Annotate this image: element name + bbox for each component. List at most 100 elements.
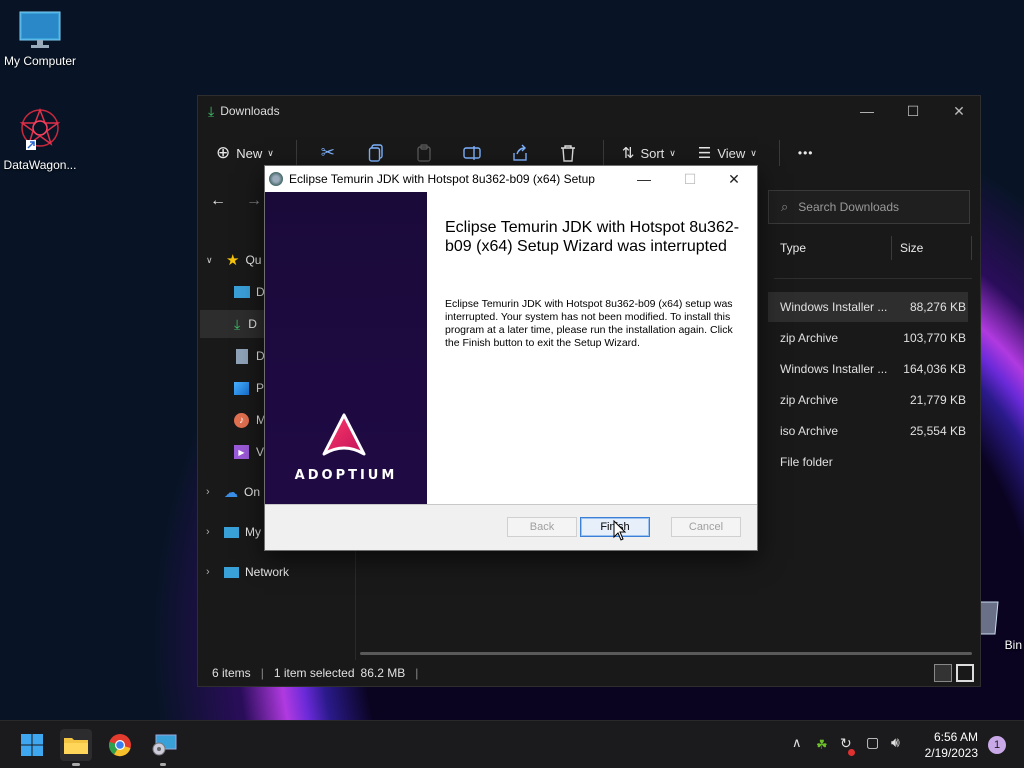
toolbar-separator <box>295 140 297 166</box>
monitor-icon <box>19 11 61 48</box>
dialog-minimize-button[interactable]: — <box>621 166 667 192</box>
item-count: 6 items <box>212 666 251 680</box>
adoptium-logo-icon <box>322 413 366 456</box>
rename-icon[interactable] <box>459 140 485 166</box>
installer-icon <box>269 172 283 186</box>
dialog-title: Eclipse Temurin JDK with Hotspot 8u362-b… <box>289 172 595 186</box>
cancel-button[interactable]: Cancel <box>671 517 741 537</box>
column-header-label: Type <box>780 241 807 255</box>
clock[interactable]: 6:56 AM 2/19/2023 <box>925 729 978 761</box>
dialog-heading: Eclipse Temurin JDK with Hotspot 8u362-b… <box>445 219 740 255</box>
download-arrow-icon: ⤓ <box>208 102 215 119</box>
row-size: 21,779 KB <box>909 393 966 407</box>
back-button[interactable]: Back <box>507 517 577 537</box>
row-type: iso Archive <box>780 424 839 438</box>
sidebar-item-label: On <box>244 485 261 499</box>
shield-icon[interactable]: ☘ <box>816 737 828 753</box>
desktop-icon-datawagon[interactable]: DataWagon... <box>0 106 80 172</box>
view-label: View <box>717 145 746 161</box>
table-row[interactable]: zip Archive 21,779 KB <box>768 385 968 415</box>
sidebar-item-documents[interactable]: D <box>234 342 265 370</box>
sidebar-item-videos[interactable]: ▶ Vi <box>234 438 266 466</box>
chevron-right-icon: › <box>206 566 210 578</box>
taskbar-installer[interactable] <box>148 729 180 761</box>
sidebar-item-music[interactable]: ♪ M <box>234 406 266 434</box>
tiles-view-icon[interactable] <box>956 664 974 682</box>
sidebar-item-label: Qu <box>245 253 262 267</box>
new-button[interactable]: ⊕ New ∨ <box>216 143 274 163</box>
sidebar-item-label: D <box>248 317 257 331</box>
column-header-size[interactable]: Size <box>894 236 972 260</box>
sidebar-item-my-computer[interactable]: › My <box>198 518 261 546</box>
column-header-type[interactable]: Type <box>774 236 892 260</box>
horizontal-scrollbar[interactable] <box>360 652 972 655</box>
network-icon[interactable]: ▢ <box>866 734 879 751</box>
details-view-icon[interactable] <box>934 664 952 682</box>
clock-date: 2/19/2023 <box>924 746 978 760</box>
desktop-icon-label: My Computer <box>3 54 77 68</box>
error-badge-icon <box>848 749 855 756</box>
back-arrow-icon[interactable]: ← <box>210 192 226 210</box>
share-icon[interactable] <box>507 140 533 166</box>
view-button[interactable]: ☰ View ∨ <box>698 144 757 162</box>
chevron-down-icon: ∨ <box>669 147 676 158</box>
dialog-banner: ADOPTIUM <box>265 192 427 504</box>
taskbar-chrome[interactable] <box>104 729 136 761</box>
datawagon-icon <box>19 107 61 150</box>
cloud-icon: ☁ <box>224 483 238 500</box>
show-hidden-icons-chevron-icon[interactable]: ∧ <box>792 735 802 751</box>
selection-size: 86.2 MB <box>360 666 406 680</box>
chevron-down-icon: ∨ <box>267 147 274 158</box>
minimize-button[interactable]: — <box>844 96 890 126</box>
close-button[interactable]: ✕ <box>936 96 982 126</box>
dialog-close-button[interactable]: ✕ <box>711 166 757 192</box>
volume-icon[interactable]: 🔊︎ <box>891 734 900 751</box>
row-type: Windows Installer ... <box>780 362 888 376</box>
windows-logo-icon <box>21 734 43 756</box>
desktop-icon-my-computer[interactable]: My Computer <box>0 10 80 68</box>
sort-icon: ⇅ <box>621 145 635 162</box>
cut-icon[interactable]: ✂ <box>315 140 341 166</box>
copy-icon[interactable] <box>363 140 389 166</box>
paste-icon[interactable] <box>411 140 437 166</box>
toolbar-separator <box>778 140 780 166</box>
table-row[interactable]: zip Archive 103,770 KB <box>768 323 968 353</box>
table-row[interactable]: Windows Installer ... 164,036 KB <box>768 354 968 384</box>
chrome-icon <box>108 734 131 757</box>
mouse-cursor-icon <box>613 520 627 541</box>
search-placeholder: Search Downloads <box>798 200 900 214</box>
sidebar-item-quick-access[interactable]: ∨ ★ Qu <box>198 246 261 274</box>
table-row[interactable]: iso Archive 25,554 KB <box>768 416 968 446</box>
row-type: Windows Installer ... <box>780 300 888 314</box>
notification-badge[interactable]: 1 <box>988 736 1006 754</box>
table-row[interactable]: Windows Installer ... 88,276 KB <box>768 292 968 322</box>
dialog-maximize-button[interactable]: ☐ <box>667 166 713 192</box>
delete-icon[interactable] <box>555 140 581 166</box>
forward-arrow-icon[interactable]: → <box>246 192 262 210</box>
sidebar-item-onedrive[interactable]: › ☁ On <box>198 478 260 506</box>
sidebar-item-pictures[interactable]: Pi <box>234 374 267 402</box>
star-icon: ★ <box>226 252 240 269</box>
dialog-message: Eclipse Temurin JDK with Hotspot 8u362-b… <box>445 298 733 349</box>
taskbar-file-explorer[interactable] <box>60 729 92 761</box>
row-type: zip Archive <box>780 331 839 345</box>
selection-count: 1 item selected <box>273 666 355 680</box>
toolbar-separator <box>602 140 604 166</box>
row-type: zip Archive <box>780 393 839 407</box>
status-divider: | <box>415 666 419 680</box>
desktop-icon-label: DataWagon... <box>3 158 77 172</box>
table-row[interactable]: File folder <box>768 447 968 477</box>
dialog-separator <box>265 504 757 505</box>
sort-button[interactable]: ⇅ Sort ∨ <box>622 144 676 162</box>
start-button[interactable] <box>16 729 48 761</box>
dialog-content: Eclipse Temurin JDK with Hotspot 8u362-b… <box>427 192 757 504</box>
setup-dialog: Eclipse Temurin JDK with Hotspot 8u362-b… <box>264 165 758 551</box>
view-list-icon: ☰ <box>697 145 712 162</box>
desktop-icon <box>234 286 250 298</box>
maximize-button[interactable]: ☐ <box>890 96 936 126</box>
sidebar-item-network[interactable]: › Network <box>198 558 289 586</box>
sidebar-item-desktop[interactable]: D <box>234 278 265 306</box>
more-options-button[interactable]: ••• <box>798 146 814 160</box>
plus-circle-icon: ⊕ <box>216 143 231 162</box>
search-input[interactable]: ⌕ Search Downloads <box>768 190 970 224</box>
